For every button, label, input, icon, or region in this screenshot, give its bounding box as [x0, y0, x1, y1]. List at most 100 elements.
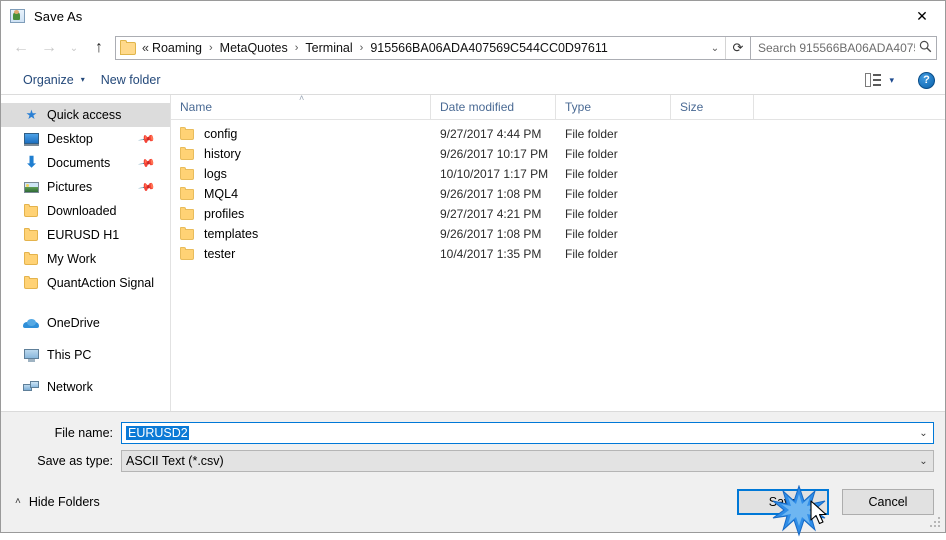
column-header-size[interactable]: Size — [671, 95, 754, 119]
sidebar-item-desktop[interactable]: Desktop 📌 — [1, 127, 170, 151]
sidebar-item-quantaction-signal[interactable]: QuantAction Signal — [1, 271, 170, 295]
chevron-right-icon-1[interactable]: › — [290, 42, 304, 54]
file-name-cell: profiles — [171, 207, 431, 221]
folder-icon — [180, 187, 196, 201]
file-date-cell: 10/4/2017 1:35 PM — [440, 247, 542, 261]
file-type-cell: File folder — [565, 167, 618, 181]
sidebar-item-pictures[interactable]: Pictures 📌 — [1, 175, 170, 199]
table-row[interactable]: templates 9/26/2017 1:08 PM File folder — [171, 224, 945, 244]
table-row[interactable]: logs 10/10/2017 1:17 PM File folder — [171, 164, 945, 184]
sidebar-item-label: Downloaded — [47, 204, 117, 218]
sidebar-item-onedrive[interactable]: OneDrive — [1, 311, 170, 335]
file-type-cell: File folder — [565, 247, 618, 261]
sidebar-item-network[interactable]: Network — [1, 375, 170, 399]
action-row: ˄ Hide Folders Save Cancel — [1, 478, 945, 522]
pin-icon[interactable]: 📌 — [138, 178, 157, 197]
network-icon — [23, 379, 40, 395]
folder-icon — [23, 251, 40, 267]
sidebar-item-my-work[interactable]: My Work — [1, 247, 170, 271]
search-input[interactable]: Search 915566BA06ADA40756... — [751, 41, 915, 55]
folder-icon — [120, 39, 136, 55]
chevron-down-icon[interactable]: ⌄ — [914, 428, 933, 439]
table-row[interactable]: profiles 9/27/2017 4:21 PM File folder — [171, 204, 945, 224]
folder-icon — [180, 207, 196, 221]
list-view-icon[interactable] — [865, 73, 882, 87]
search-box[interactable]: Search 915566BA06ADA40756... — [751, 36, 937, 60]
up-button[interactable]: ↑ — [85, 35, 113, 61]
breadcrumb-overflow[interactable]: « — [140, 40, 150, 56]
navigation-pane: ★ Quick access Desktop 📌 ⬇ Documents 📌 P… — [1, 95, 171, 411]
new-folder-button[interactable]: New folder — [93, 69, 169, 91]
chevron-down-icon: ▾ — [80, 75, 85, 84]
recent-locations-button[interactable]: ⌄ — [63, 35, 85, 61]
sidebar-item-label: Desktop — [47, 132, 93, 146]
sidebar-item-downloaded[interactable]: Downloaded — [1, 199, 170, 223]
file-name-label: history — [204, 147, 241, 161]
chevron-down-icon[interactable]: ⌄ — [705, 43, 725, 54]
file-name-cell: MQL4 — [171, 187, 431, 201]
pin-icon[interactable]: 📌 — [138, 154, 157, 173]
column-headers: ˄ Name Date modified Type Size — [171, 93, 945, 120]
breadcrumb-item-2[interactable]: Terminal — [303, 40, 354, 56]
file-name-label: logs — [204, 167, 227, 181]
file-date-cell: 9/26/2017 1:08 PM — [440, 227, 542, 241]
sidebar-item-label: Network — [47, 380, 93, 394]
chevron-right-icon-2[interactable]: › — [355, 42, 369, 54]
forward-button[interactable]: → — [35, 35, 63, 61]
sidebar-item-label: Pictures — [47, 180, 93, 194]
sidebar-item-label: OneDrive — [47, 316, 100, 330]
column-header-type[interactable]: Type — [556, 95, 671, 119]
sidebar-item-quick-access[interactable]: ★ Quick access — [1, 103, 170, 127]
command-bar-right: ▾ ? — [865, 65, 935, 95]
folder-icon — [23, 275, 40, 291]
table-row[interactable]: config 9/27/2017 4:44 PM File folder — [171, 124, 945, 144]
file-name-label: MQL4 — [204, 187, 239, 201]
file-type-cell: File folder — [565, 207, 618, 221]
breadcrumb-item-0[interactable]: Roaming — [150, 40, 204, 56]
save-as-icon — [10, 8, 26, 24]
file-name-cell: history — [171, 147, 431, 161]
file-name-input[interactable]: EURUSD2 ⌄ — [121, 422, 934, 444]
chevron-right-icon-0[interactable]: › — [204, 42, 218, 54]
sidebar-divider-3 — [1, 367, 170, 375]
window-title: Save As — [34, 8, 83, 24]
save-button[interactable]: Save — [737, 489, 829, 515]
sidebar-item-eurusd-h1[interactable]: EURUSD H1 — [1, 223, 170, 247]
file-date-cell: 10/10/2017 1:17 PM — [440, 167, 549, 181]
file-name-label: templates — [204, 227, 259, 241]
close-icon[interactable]: ✕ — [899, 1, 945, 31]
table-row[interactable]: tester 10/4/2017 1:35 PM File folder — [171, 244, 945, 264]
refresh-icon[interactable]: ⟳ — [725, 37, 750, 59]
table-row[interactable]: history 9/26/2017 10:17 PM File folder — [171, 144, 945, 164]
organize-button[interactable]: Organize ▾ — [15, 69, 93, 91]
back-button[interactable]: ← — [7, 35, 35, 61]
save-as-type-label: Save as type: — [37, 454, 113, 468]
chevron-down-icon[interactable]: ▾ — [889, 75, 894, 86]
help-icon[interactable]: ? — [918, 71, 935, 89]
column-header-date-modified[interactable]: Date modified — [431, 95, 556, 119]
breadcrumb-item-1[interactable]: MetaQuotes — [218, 40, 290, 56]
chevron-down-icon[interactable]: ⌄ — [914, 456, 933, 467]
save-as-type-select[interactable]: ASCII Text (*.csv) ⌄ — [121, 450, 934, 472]
cancel-button[interactable]: Cancel — [842, 489, 934, 515]
table-row[interactable]: MQL4 9/26/2017 1:08 PM File folder — [171, 184, 945, 204]
pin-icon[interactable]: 📌 — [138, 130, 157, 149]
folder-icon — [180, 127, 196, 141]
file-name-value: EURUSD2 — [126, 426, 189, 440]
sidebar-item-this-pc[interactable]: This PC — [1, 343, 170, 367]
file-list[interactable]: config 9/27/2017 4:44 PM File folder his… — [171, 120, 945, 411]
sort-ascending-icon: ˄ — [299, 93, 305, 103]
breadcrumb-item-3[interactable]: 915566BA06ADA407569C544CC0D97611 — [368, 40, 609, 56]
folder-icon — [180, 167, 196, 181]
address-bar[interactable]: « Roaming › MetaQuotes › Terminal › 9155… — [115, 36, 751, 60]
save-as-type-row: Save as type: ASCII Text (*.csv) ⌄ — [1, 450, 945, 472]
sidebar-item-label: My Work — [47, 252, 97, 266]
sidebar-item-documents[interactable]: ⬇ Documents 📌 — [1, 151, 170, 175]
folder-icon — [23, 203, 40, 219]
folder-icon — [180, 227, 196, 241]
hide-folders-button[interactable]: ˄ Hide Folders — [15, 495, 100, 509]
sidebar-item-label: EURUSD H1 — [47, 228, 120, 242]
file-name-label: tester — [204, 247, 236, 261]
command-bar: Organize ▾ New folder ▾ ? — [1, 65, 945, 95]
navigation-bar: ← → ⌄ ↑ « Roaming › MetaQuotes › Termina… — [1, 31, 945, 65]
